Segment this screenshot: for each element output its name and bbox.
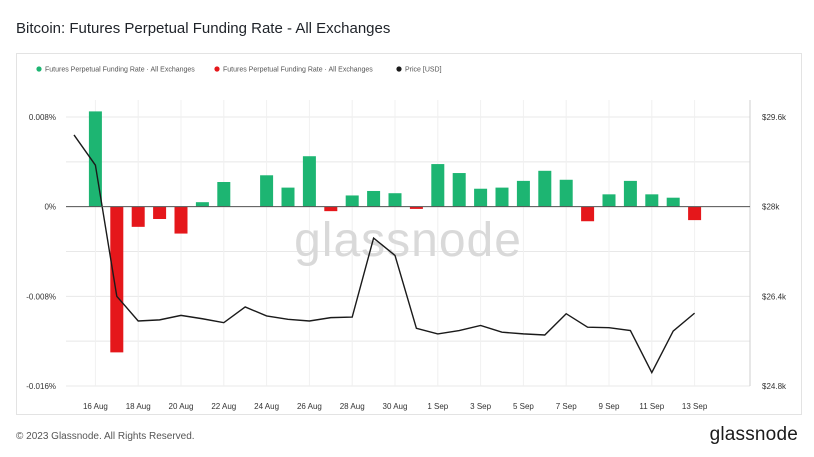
bar-negative: [153, 206, 167, 219]
y-right-tick-label: $29.6k: [762, 113, 787, 122]
glassnode-logo: glassnode: [709, 424, 798, 445]
legend-label: Futures Perpetual Funding Rate · All Exc…: [45, 67, 195, 74]
x-tick-label: 22 Aug: [211, 402, 236, 411]
x-tick-label: 5 Sep: [513, 402, 534, 411]
bar-positive: [645, 194, 659, 207]
legend-marker: [214, 66, 220, 72]
bar-positive: [345, 195, 359, 207]
y-left-tick-label: -0.008%: [26, 292, 56, 301]
y-left-tick-label: 0.008%: [29, 113, 56, 122]
x-tick-label: 28 Aug: [340, 402, 365, 411]
y-right-tick-label: $24.8k: [762, 382, 787, 391]
bar-negative: [688, 206, 702, 221]
x-tick-label: 1 Sep: [427, 402, 448, 411]
bar-positive: [602, 194, 616, 207]
x-tick-label: 20 Aug: [169, 402, 194, 411]
x-tick-label: 9 Sep: [599, 402, 620, 411]
bar-positive: [495, 187, 509, 207]
x-tick-label: 24 Aug: [254, 402, 279, 411]
bar-negative: [110, 206, 124, 353]
bar-positive: [367, 190, 381, 207]
x-tick-label: 3 Sep: [470, 402, 491, 411]
y-right-tick-label: $26.4k: [762, 292, 787, 301]
x-tick-label: 13 Sep: [682, 402, 708, 411]
legend-label: Futures Perpetual Funding Rate · All Exc…: [223, 67, 373, 74]
bar-negative: [174, 206, 188, 234]
copyright-text: © 2023 Glassnode. All Rights Reserved.: [16, 431, 195, 442]
y-left-tick-label: 0%: [44, 203, 56, 212]
watermark-layer: glassnode: [294, 214, 522, 267]
x-tick-label: 30 Aug: [383, 402, 408, 411]
x-tick-label: 7 Sep: [556, 402, 577, 411]
bar-positive: [538, 170, 552, 207]
x-tick-label: 11 Sep: [639, 402, 664, 411]
bar-positive: [260, 175, 274, 207]
legend-marker: [36, 66, 42, 72]
bar-negative: [324, 206, 338, 212]
x-tick-label: 26 Aug: [297, 402, 322, 411]
bar-positive: [388, 193, 402, 207]
bar-positive: [217, 182, 231, 207]
legend-marker: [396, 66, 402, 72]
x-tick-label: 16 Aug: [83, 402, 108, 411]
bar-negative: [131, 206, 145, 227]
bar-positive: [559, 179, 573, 207]
bar-positive: [195, 202, 209, 207]
legend: Futures Perpetual Funding Rate · All Exc…: [36, 66, 442, 74]
bar-positive: [474, 188, 488, 207]
y-left-tick-label: -0.016%: [26, 382, 56, 391]
bar-negative: [581, 206, 595, 222]
bar-positive: [281, 187, 295, 207]
bar-positive: [516, 180, 530, 207]
watermark-text: glassnode: [294, 214, 522, 267]
bar-positive: [623, 180, 637, 207]
x-tick-label: 18 Aug: [126, 402, 151, 411]
funding-rate-chart: glassnode 0.008% 0% -0.008% -0.016% $29.6k $2…: [26, 66, 787, 411]
legend-label: Price [USD]: [405, 67, 442, 74]
bar-positive: [452, 173, 466, 207]
y-right-tick-label: $28k: [762, 203, 780, 212]
bar-positive: [431, 164, 445, 207]
bar-positive: [302, 156, 316, 207]
bar-positive: [666, 197, 680, 207]
